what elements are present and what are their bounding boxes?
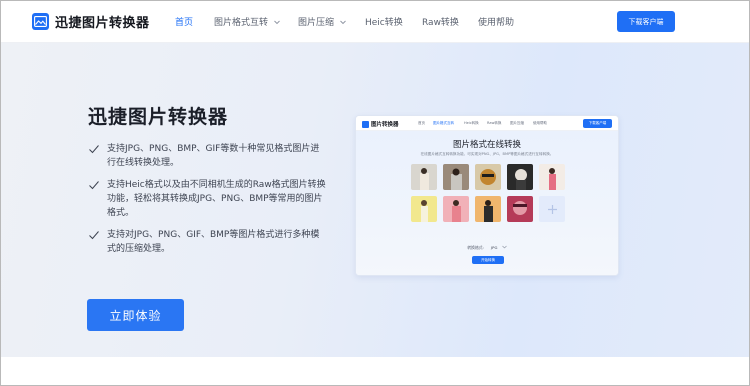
sample-image-thumb	[539, 164, 565, 190]
sample-image-thumb	[443, 164, 469, 190]
feature-text: 支持对JPG、PNG、GIF、BMP等图片格式进行多种模式的压缩处理。	[107, 230, 320, 254]
mock-format-row: 转换格式: JPG	[356, 245, 618, 251]
nav-item-label: 首页	[175, 18, 194, 28]
mock-subtitle: 在线图片格式互转转换功能，可实现对PNG、JPG、BMP等图片格式进行互转转换。	[420, 152, 554, 156]
sample-image-thumb	[443, 196, 469, 222]
page-frame: 迅捷图片转换器 首页 图片格式互转 图片压缩 Heic转换 Raw转换 使用帮助	[0, 0, 750, 386]
try-now-button[interactable]: 立即体验	[87, 299, 184, 331]
feature-item: 支持Heic格式以及由不同相机生成的Raw格式图片转换功能，轻松将其转换成JPG…	[88, 178, 328, 220]
check-icon	[89, 181, 99, 190]
mock-logo: 图片转换器	[362, 120, 399, 128]
feature-item: 支持JPG、PNG、BMP、GIF等数十种常见格式图片进行在线转换处理。	[88, 142, 328, 170]
image-logo-icon	[32, 13, 49, 30]
sample-image-thumb	[411, 196, 437, 222]
mock-nav-item: 图片压缩	[510, 121, 524, 125]
add-image-button	[539, 196, 565, 222]
mock-nav-item: Heic转换	[464, 121, 479, 125]
nav-item-label: Heic转换	[365, 18, 403, 28]
nav-item-format-convert[interactable]: 图片格式互转	[214, 15, 281, 28]
nav-item-label: 使用帮助	[478, 18, 515, 28]
nav-item-raw[interactable]: Raw转换	[422, 15, 459, 28]
mock-body: 图片格式在线转换 在线图片格式互转转换功能，可实现对PNG、JPG、BMP等图片…	[356, 131, 618, 275]
mock-nav-item: Raw转换	[487, 121, 502, 125]
brand-logo[interactable]: 迅捷图片转换器	[32, 12, 150, 31]
sample-image-thumb	[507, 196, 533, 222]
nav-item-label: 图片格式互转	[214, 18, 269, 28]
nav-item-label: 图片压缩	[298, 18, 335, 28]
product-preview-mockup: 图片转换器 首页 图片格式互转 Heic转换 Raw转换 图片压缩 使用帮助 下…	[355, 115, 619, 276]
sample-image-thumb	[411, 164, 437, 190]
download-client-button[interactable]: 下载客户端	[617, 11, 675, 32]
mock-brand-name: 图片转换器	[371, 122, 399, 128]
feature-list: 支持JPG、PNG、BMP、GIF等数十种常见格式图片进行在线转换处理。 支持H…	[88, 142, 328, 264]
mock-title: 图片格式在线转换	[452, 140, 521, 150]
sample-image-thumb	[475, 164, 501, 190]
feature-text: 支持JPG、PNG、BMP、GIF等数十种常见格式图片进行在线转换处理。	[107, 144, 320, 168]
mock-convert-button: 开始转换	[472, 256, 504, 264]
nav-item-heic[interactable]: Heic转换	[365, 15, 403, 28]
mock-nav-item: 使用帮助	[533, 121, 547, 125]
image-logo-icon	[362, 120, 369, 128]
hero-section: 迅捷图片转换器 支持JPG、PNG、BMP、GIF等数十种常见格式图片进行在线转…	[1, 43, 749, 357]
brand-name: 迅捷图片转换器	[55, 16, 150, 31]
plus-icon	[547, 204, 557, 214]
nav-item-label: Raw转换	[422, 18, 459, 28]
nav-item-help[interactable]: 使用帮助	[478, 15, 514, 28]
mock-nav-item: 首页	[418, 121, 425, 125]
nav-item-home[interactable]: 首页	[175, 15, 193, 28]
chevron-down-icon	[501, 245, 507, 249]
mock-nav-item: 图片格式互转	[433, 121, 454, 125]
feature-text: 支持Heic格式以及由不同相机生成的Raw格式图片转换功能，轻松将其转换成JPG…	[107, 180, 326, 218]
top-navbar: 迅捷图片转换器 首页 图片格式互转 图片压缩 Heic转换 Raw转换 使用帮助	[1, 1, 749, 43]
hero-title: 迅捷图片转换器	[88, 106, 229, 128]
mock-format-label: 转换格式:	[467, 245, 484, 250]
mock-navbar: 图片转换器 首页 图片格式互转 Heic转换 Raw转换 图片压缩 使用帮助 下…	[356, 116, 618, 131]
mock-format-value: JPG	[491, 245, 498, 250]
check-icon	[89, 231, 99, 240]
feature-item: 支持对JPG、PNG、GIF、BMP等图片格式进行多种模式的压缩处理。	[88, 228, 328, 256]
chevron-down-icon	[274, 20, 280, 24]
chevron-down-icon	[340, 20, 346, 24]
check-icon	[89, 145, 99, 154]
sample-image-thumb	[475, 196, 501, 222]
nav-item-compress[interactable]: 图片压缩	[298, 15, 347, 28]
sample-image-thumb	[507, 164, 533, 190]
mock-download-button: 下载客户端	[583, 119, 612, 128]
